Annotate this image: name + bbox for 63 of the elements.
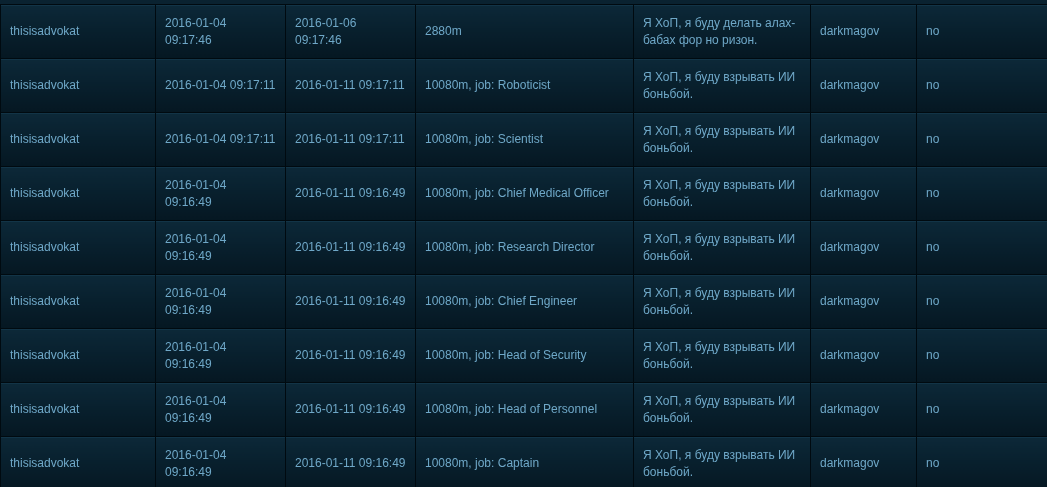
admin-cell: darkmagov bbox=[810, 382, 917, 437]
player-cell: thisisadvokat bbox=[0, 382, 156, 437]
date-cell: 2016-01-11 09:16:49 bbox=[285, 328, 416, 383]
date-cell: 2016-01-06 09:17:46 bbox=[285, 4, 416, 59]
duration-cell: 2880m bbox=[415, 4, 634, 59]
date-cell: 2016-01-04 09:16:49 bbox=[155, 328, 286, 383]
player-cell: thisisadvokat bbox=[0, 58, 156, 113]
status-cell: no bbox=[916, 58, 1047, 113]
admin-cell: darkmagov bbox=[810, 4, 917, 59]
date-cell: 2016-01-04 09:16:49 bbox=[155, 382, 286, 437]
status-cell: no bbox=[916, 220, 1047, 275]
player-cell: thisisadvokat bbox=[0, 4, 156, 59]
player-cell: thisisadvokat bbox=[0, 274, 156, 329]
admin-cell: darkmagov bbox=[810, 58, 917, 113]
admin-cell: darkmagov bbox=[810, 328, 917, 383]
date-cell: 2016-01-11 09:16:49 bbox=[285, 220, 416, 275]
duration-cell: 10080m, job: Research Director bbox=[415, 220, 634, 275]
reason-cell: Я ХоП, я буду взрывать ИИ боньбой. bbox=[633, 382, 811, 437]
admin-cell: darkmagov bbox=[810, 220, 917, 275]
reason-cell: Я ХоП, я буду взрывать ИИ боньбой. bbox=[633, 436, 811, 487]
status-cell: no bbox=[916, 166, 1047, 221]
reason-cell: Я ХоП, я буду взрывать ИИ боньбой. bbox=[633, 166, 811, 221]
reason-cell: Я ХоП, я буду взрывать ИИ боньбой. bbox=[633, 328, 811, 383]
player-cell: thisisadvokat bbox=[0, 436, 156, 487]
date-cell: 2016-01-04 09:17:11 bbox=[155, 58, 286, 113]
date-cell: 2016-01-04 09:16:49 bbox=[155, 436, 286, 487]
reason-cell: Я ХоП, я буду делать алах-бабах фор но ризон. bbox=[633, 4, 811, 59]
duration-cell: 10080m, job: Roboticist bbox=[415, 58, 634, 113]
date-cell: 2016-01-11 09:17:11 bbox=[285, 58, 416, 113]
date-cell: 2016-01-11 09:16:49 bbox=[285, 382, 416, 437]
date-cell: 2016-01-11 09:16:49 bbox=[285, 166, 416, 221]
player-cell: thisisadvokat bbox=[0, 220, 156, 275]
date-cell: 2016-01-04 09:17:46 bbox=[155, 4, 286, 59]
reason-cell: Я ХоП, я буду взрывать ИИ боньбой. bbox=[633, 220, 811, 275]
date-cell: 2016-01-11 09:17:11 bbox=[285, 112, 416, 167]
reason-cell: Я ХоП, я буду взрывать ИИ боньбой. bbox=[633, 58, 811, 113]
admin-cell: darkmagov bbox=[810, 274, 917, 329]
date-cell: 2016-01-11 09:16:49 bbox=[285, 274, 416, 329]
player-cell: thisisadvokat bbox=[0, 166, 156, 221]
date-cell: 2016-01-04 09:16:49 bbox=[155, 166, 286, 221]
duration-cell: 10080m, job: Head of Personnel bbox=[415, 382, 634, 437]
duration-cell: 10080m, job: Scientist bbox=[415, 112, 634, 167]
status-cell: no bbox=[916, 436, 1047, 487]
admin-cell: darkmagov bbox=[810, 436, 917, 487]
reason-cell: Я ХоП, я буду взрывать ИИ боньбой. bbox=[633, 274, 811, 329]
status-cell: no bbox=[916, 382, 1047, 437]
date-cell: 2016-01-04 09:16:49 bbox=[155, 274, 286, 329]
status-cell: no bbox=[916, 4, 1047, 59]
player-cell: thisisadvokat bbox=[0, 328, 156, 383]
date-cell: 2016-01-04 09:17:11 bbox=[155, 112, 286, 167]
player-cell: thisisadvokat bbox=[0, 112, 156, 167]
duration-cell: 10080m, job: Captain bbox=[415, 436, 634, 487]
duration-cell: 10080m, job: Head of Security bbox=[415, 328, 634, 383]
admin-cell: darkmagov bbox=[810, 112, 917, 167]
duration-cell: 10080m, job: Chief Engineer bbox=[415, 274, 634, 329]
status-cell: no bbox=[916, 328, 1047, 383]
duration-cell: 10080m, job: Chief Medical Officer bbox=[415, 166, 634, 221]
date-cell: 2016-01-04 09:16:49 bbox=[155, 220, 286, 275]
admin-cell: darkmagov bbox=[810, 166, 917, 221]
status-cell: no bbox=[916, 112, 1047, 167]
reason-cell: Я ХоП, я буду взрывать ИИ боньбой. bbox=[633, 112, 811, 167]
status-cell: no bbox=[916, 274, 1047, 329]
date-cell: 2016-01-11 09:16:49 bbox=[285, 436, 416, 487]
